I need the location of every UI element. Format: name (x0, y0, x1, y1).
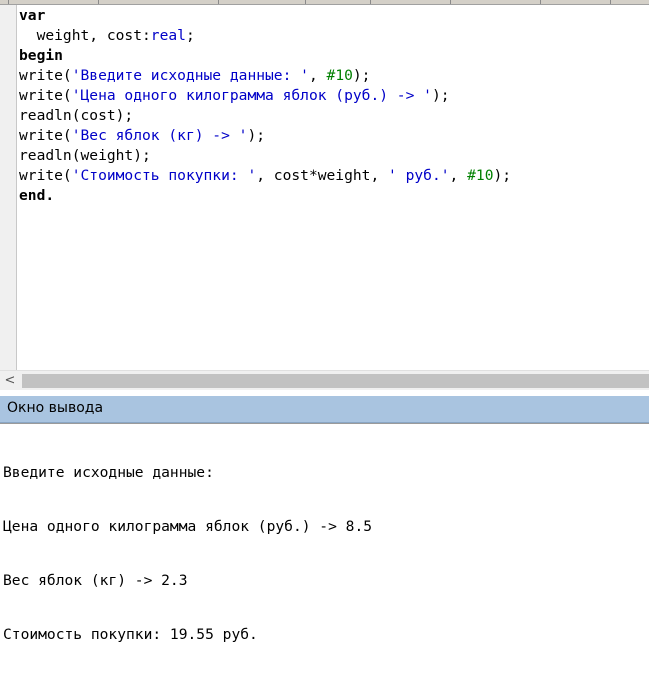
code-token: 'Стоимость покупки: ' (71, 167, 257, 184)
code-line[interactable]: write('Цена одного килограмма яблок (руб… (19, 86, 511, 106)
output-line: Стоимость покупки: 19.55 руб. (3, 626, 258, 643)
scrollbar-thumb[interactable] (22, 374, 649, 388)
code-text[interactable]: var weight, cost:real; begin write('Введит… (19, 6, 511, 206)
code-token: 'Цена одного килограмма яблок (руб.) -> … (71, 87, 432, 104)
code-token: real (150, 27, 186, 44)
output-line: Введите исходные данные: (3, 464, 214, 481)
horizontal-scrollbar[interactable]: < (0, 370, 649, 391)
output-window[interactable]: Введите исходные данные: Цена одного кил… (0, 423, 649, 643)
output-window-header: Окно вывода (0, 396, 649, 423)
output-line: Вес яблок (кг) -> 2.3 (3, 572, 188, 589)
code-token: ); (431, 87, 450, 104)
code-token: 'Вес яблок (кг) -> ' (71, 127, 248, 144)
code-token: readln(cost); (19, 107, 134, 124)
code-editor[interactable]: var weight, cost:real; begin write('Введит… (0, 5, 649, 370)
code-token: , (449, 167, 468, 184)
code-token: write( (19, 127, 72, 144)
scroll-left-arrow-icon[interactable]: < (0, 371, 20, 391)
code-line[interactable]: write('Введите исходные данные: ', #10); (19, 66, 511, 86)
code-token: write( (19, 87, 72, 104)
code-line[interactable]: end. (19, 186, 511, 206)
code-token: begin (19, 47, 63, 64)
code-token: weight, cost: (19, 27, 151, 44)
code-line[interactable]: var (19, 6, 511, 26)
code-line[interactable]: write('Стоимость покупки: ', cost*weight… (19, 166, 511, 186)
output-text: Введите исходные данные: Цена одного кил… (3, 428, 372, 680)
code-token: ; (185, 27, 195, 44)
code-token: ); (493, 167, 512, 184)
code-token: 'Введите исходные данные: ' (71, 67, 309, 84)
code-token: , cost*weight, (256, 167, 389, 184)
code-token: ); (247, 127, 266, 144)
code-token: var (19, 7, 46, 24)
code-token: ); (352, 67, 371, 84)
code-token: #10 (467, 167, 494, 184)
code-token: end. (19, 187, 55, 204)
code-token: , (308, 67, 327, 84)
code-line[interactable]: begin (19, 46, 511, 66)
code-line[interactable]: readln(cost); (19, 106, 511, 126)
code-token: readln(weight); (19, 147, 151, 164)
output-line: Цена одного килограмма яблок (руб.) -> 8… (3, 518, 373, 535)
code-line[interactable]: weight, cost:real; (19, 26, 511, 46)
output-window-title: Окно вывода (7, 400, 104, 416)
code-line[interactable]: write('Вес яблок (кг) -> '); (19, 126, 511, 146)
code-token: write( (19, 67, 72, 84)
code-line[interactable]: readln(weight); (19, 146, 511, 166)
code-token: #10 (326, 67, 353, 84)
code-token: write( (19, 167, 72, 184)
code-token: ' руб.' (388, 167, 450, 184)
editor-gutter (0, 5, 17, 370)
